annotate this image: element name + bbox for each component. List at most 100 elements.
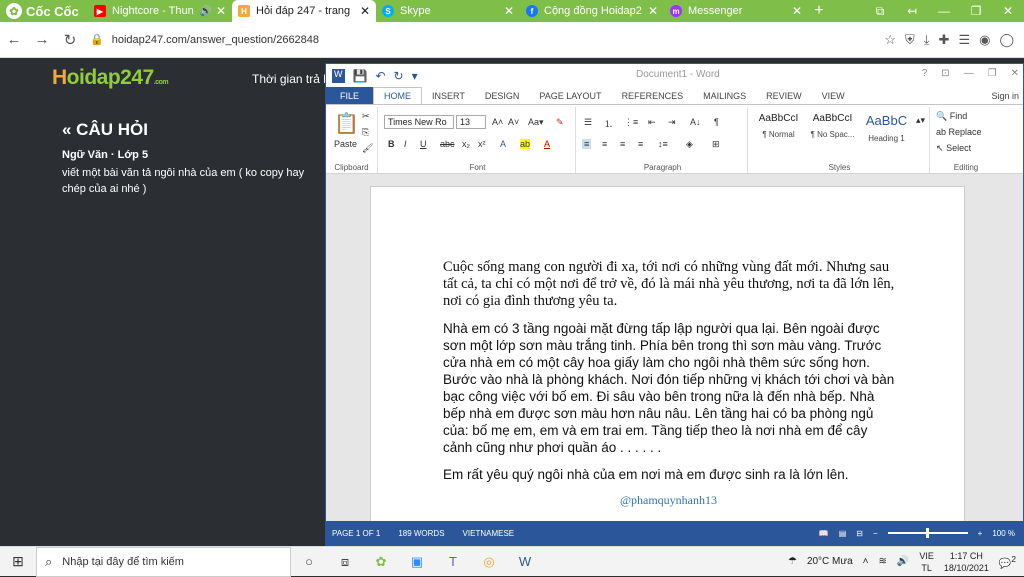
close-icon[interactable]: ✕ [504, 4, 514, 18]
minimize-icon[interactable]: — [928, 0, 960, 22]
shading-icon[interactable]: ◈ [686, 139, 693, 150]
reading-list-icon[interactable]: ⧉ [864, 0, 896, 22]
text-effects-icon[interactable]: A [500, 139, 506, 149]
download-icon[interactable]: ⤓ [924, 32, 930, 48]
styles-scroll-icon[interactable]: ▴▾ [916, 115, 925, 126]
align-center-icon[interactable]: ≡ [602, 139, 607, 149]
align-right-icon[interactable]: ≡ [620, 139, 625, 149]
redo-icon[interactable]: ↻ [394, 69, 404, 83]
cortana-icon[interactable]: ○ [291, 554, 327, 569]
page-count[interactable]: PAGE 1 OF 1 [332, 529, 380, 538]
paragraph-1[interactable]: Cuộc sống mang con người đi xa, tới nơi … [443, 259, 895, 310]
extension-shield-icon[interactable]: ⛨ [905, 32, 915, 48]
tab-page-layout[interactable]: PAGE LAYOUT [529, 87, 611, 104]
decrease-indent-icon[interactable]: ⇤ [648, 117, 656, 128]
replace-button[interactable]: ab Replace [936, 127, 982, 137]
close-icon[interactable]: ✕ [1011, 68, 1019, 79]
web-layout-icon[interactable]: ⊟ [856, 529, 863, 538]
read-mode-icon[interactable]: 📖 [819, 529, 829, 538]
strikethrough-icon[interactable]: abc [440, 139, 455, 149]
windows-start-icon[interactable]: ⊞ [0, 553, 36, 570]
help-icon[interactable]: ? [922, 68, 928, 79]
zoom-out-icon[interactable]: − [873, 529, 878, 538]
sort-icon[interactable]: A↓ [690, 117, 701, 127]
word-app-icon[interactable]: W [332, 68, 345, 83]
shrink-font-icon[interactable]: A˅ [508, 117, 519, 127]
weather-icon[interactable]: ☂ [788, 556, 797, 567]
sign-in-link[interactable]: Sign in [991, 87, 1023, 104]
style-no-spacing[interactable]: AaBbCcI ¶ No Spac... [806, 113, 859, 153]
language[interactable]: VIETNAMESE [463, 529, 515, 538]
print-layout-icon[interactable]: ▤ [839, 529, 847, 538]
italic-icon[interactable]: I [404, 139, 407, 149]
tab-references[interactable]: REFERENCES [612, 87, 694, 104]
task-view-icon[interactable]: ⧈ [327, 554, 363, 570]
close-window-icon[interactable]: ✕ [992, 0, 1024, 22]
align-left-icon[interactable]: ≡ [582, 139, 592, 149]
reload-icon[interactable]: ↻ [56, 31, 84, 49]
playlist-icon[interactable]: ☰ [958, 32, 970, 48]
font-name-select[interactable]: Times New Ro [384, 115, 454, 129]
teams-icon[interactable]: T [435, 554, 471, 569]
increase-indent-icon[interactable]: ⇥ [668, 117, 676, 128]
highlight-icon[interactable]: ab [520, 139, 531, 149]
tab-review[interactable]: REVIEW [756, 87, 812, 104]
taskbar-search[interactable]: ⌕ Nhập tại đây để tìm kiếm [36, 546, 291, 577]
tab-facebook-group[interactable]: f Cộng đồng Hoidap2 ✕ [520, 0, 664, 22]
clock[interactable]: 1:17 CH 18/10/2021 [944, 550, 989, 574]
save-icon[interactable]: 💾 [353, 69, 368, 83]
line-spacing-icon[interactable]: ↕≡ [658, 139, 668, 149]
paragraph-2[interactable]: Nhà em có 3 tầng ngoài mặt đừng tấp lập … [443, 320, 895, 456]
paragraph-3[interactable]: Em rất yêu quý ngôi nhà của em nơi mà em… [443, 466, 895, 483]
hoidap-logo[interactable]: Hoidap247.com [52, 66, 169, 90]
notification-icon[interactable]: 💬2 [999, 554, 1016, 569]
menu-icon[interactable]: ◯ [999, 32, 1014, 48]
star-icon[interactable]: ☆ [884, 32, 896, 48]
font-color-icon[interactable]: A [544, 139, 550, 149]
pilcrow-icon[interactable]: ¶ [714, 117, 719, 127]
document-page[interactable]: Cuộc sống mang con người đi xa, tới nơi … [370, 186, 965, 521]
tab-hoidap247[interactable]: H Hỏi đáp 247 - trang ✕ [232, 0, 376, 22]
word-count[interactable]: 189 WORDS [398, 529, 444, 538]
style-normal[interactable]: AaBbCcI ¶ Normal [752, 113, 805, 153]
paste-icon[interactable]: 📋 [334, 111, 359, 136]
format-painter-icon[interactable]: 🖌 [362, 143, 373, 154]
tab-design[interactable]: DESIGN [475, 87, 530, 104]
browser-taskbar-icon[interactable]: ◎ [471, 554, 507, 570]
profile-icon[interactable]: ◉ [979, 32, 990, 48]
coccoc-taskbar-icon[interactable]: ✿ [363, 554, 399, 570]
signature-text[interactable]: @phamquynhanh13 [371, 493, 966, 508]
tab-messenger[interactable]: m Messenger ✕ [664, 0, 808, 22]
copy-icon[interactable]: ⎘ [362, 127, 369, 138]
question-heading[interactable]: « CÂU HỎI [62, 120, 148, 140]
multilevel-list-icon[interactable]: ⋮≡ [624, 117, 638, 128]
change-case-icon[interactable]: Aa▾ [528, 117, 544, 128]
close-icon[interactable]: ✕ [648, 4, 658, 18]
restore-icon[interactable]: ❐ [960, 0, 992, 22]
find-button[interactable]: 🔍 Find [936, 111, 967, 122]
close-icon[interactable]: ✕ [360, 4, 370, 18]
chevron-up-icon[interactable]: ˄ [863, 556, 869, 567]
back-arrow-icon[interactable]: ↤ [896, 0, 928, 22]
customize-icon[interactable]: ▾ [412, 69, 418, 83]
borders-icon[interactable]: ⊞ [712, 139, 720, 150]
font-size-select[interactable]: 13 [456, 115, 486, 129]
weather-text[interactable]: 20°C Mưa [807, 556, 853, 567]
tab-insert[interactable]: INSERT [422, 87, 475, 104]
tab-mailings[interactable]: MAILINGS [693, 87, 756, 104]
word-taskbar-icon[interactable]: W [507, 554, 543, 569]
browser-brand[interactable]: ✿ Cốc Cốc [0, 0, 88, 22]
zoom-level[interactable]: 100 % [992, 529, 1015, 538]
cut-icon[interactable]: ✂ [362, 111, 370, 122]
url-field[interactable]: 🔒 hoidap247.com/answer_question/2662848 [90, 26, 810, 54]
close-icon[interactable]: ✕ [792, 4, 802, 18]
clear-format-icon[interactable]: ✎ [556, 117, 564, 128]
zoom-thumb[interactable] [926, 528, 930, 538]
close-icon[interactable]: ✕ [216, 4, 226, 18]
tab-skype[interactable]: S Skype ✕ [376, 0, 520, 22]
wifi-icon[interactable]: ≋ [879, 556, 887, 567]
forward-icon[interactable]: → [28, 31, 56, 48]
ribbon-display-icon[interactable]: ⊡ [941, 68, 949, 79]
numbering-icon[interactable]: ⒈ [604, 117, 613, 130]
tab-view[interactable]: VIEW [812, 87, 855, 104]
